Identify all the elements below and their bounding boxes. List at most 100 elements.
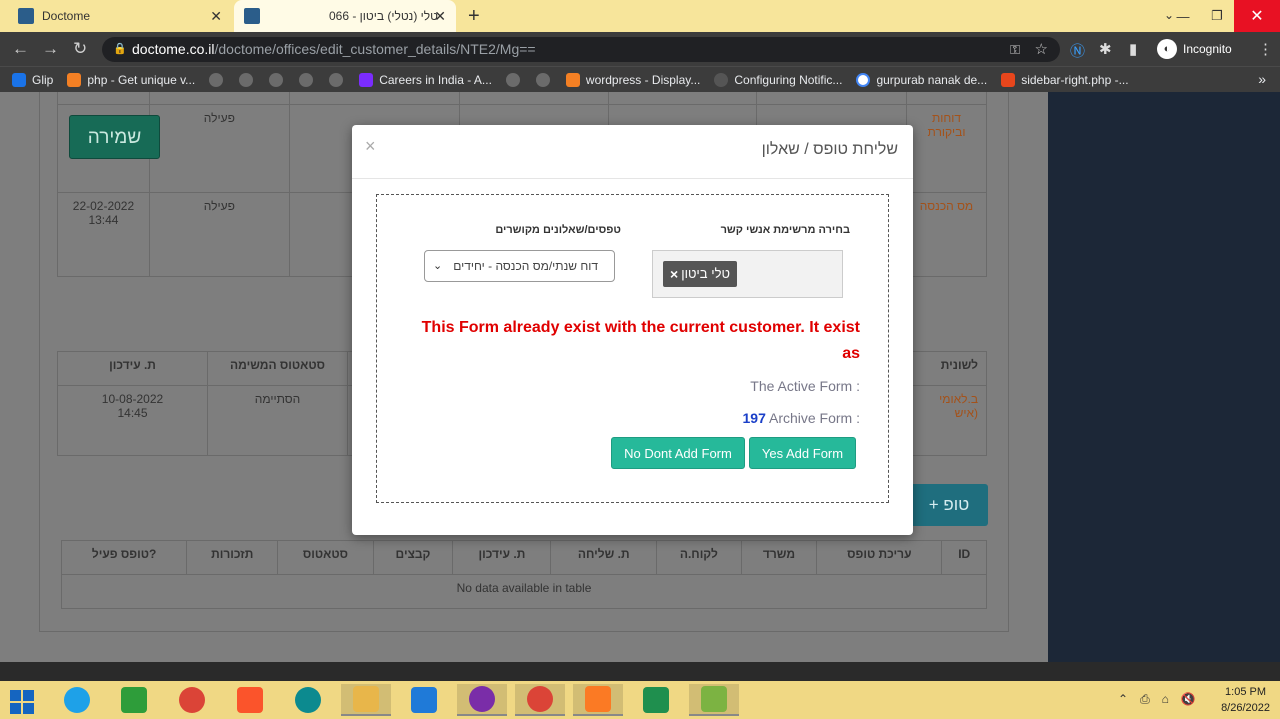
forms-label: טפסים/שאלונים מקושרים — [495, 224, 621, 236]
chevron-up-icon[interactable]: ⌃ — [1118, 692, 1128, 707]
back-icon[interactable]: ← — [12, 39, 29, 59]
address-bar[interactable]: 🔒 doctome.co.il/doctome/offices/edit_cus… — [102, 37, 1060, 62]
bookmark-configuring[interactable]: Configuring Notific... — [714, 72, 842, 87]
taskbar-chrome-active-icon[interactable] — [515, 684, 565, 716]
tab-close-icon[interactable]: ✕ — [434, 8, 446, 25]
taskbar-xampp-icon[interactable] — [573, 684, 623, 716]
forms-select-value: דוח שנתי/מס הכנסה - יחידים — [453, 259, 598, 273]
taskbar-power-icon[interactable] — [457, 684, 507, 716]
tab-customer[interactable]: טלי (נטלי) ביטון - 066 ✕ — [234, 0, 456, 32]
bookmark-label: wordpress - Display... — [585, 72, 701, 87]
archive-form-number: 197 — [742, 410, 766, 426]
stackoverflow-icon — [67, 72, 82, 87]
menu-kebab-icon[interactable]: ⋮ — [1258, 40, 1273, 58]
bookmark-label: php - Get unique v... — [87, 72, 196, 87]
windows-taskbar: ⌃ ⎙ ⌂ 🔇 1:05 PM 8/26/2022 — [0, 681, 1280, 719]
save-button[interactable]: שמירה — [69, 115, 160, 159]
bookmark-gurpurab[interactable]: gurpurab nanak de... — [856, 72, 987, 87]
column-header[interactable]: משרד — [740, 540, 818, 575]
no-dont-add-button[interactable]: No Dont Add Form — [611, 437, 745, 469]
windows-start-icon[interactable] — [10, 690, 34, 714]
key-icon[interactable]: ⚿ — [1010, 37, 1020, 62]
lock-icon: 🔒 — [113, 43, 127, 55]
column-header[interactable]: לקוח.ה — [656, 540, 742, 575]
taskbar-edge-icon[interactable] — [283, 684, 333, 716]
taskbar-vscode-icon[interactable] — [399, 684, 449, 716]
column-header[interactable]: תזכורות — [186, 540, 279, 575]
date-cell: 22-02-2022 — [72, 199, 135, 213]
taskbar-explorer-icon[interactable] — [341, 684, 391, 716]
close-window-icon[interactable]: ✕ — [1234, 0, 1280, 32]
column-header[interactable]: טופס פעיל? — [60, 540, 188, 575]
taskbar-meet-icon[interactable] — [631, 684, 681, 716]
column-header[interactable]: ת. עידכון — [452, 540, 552, 575]
minimize-icon[interactable]: — — [1166, 0, 1200, 32]
more-bookmarks-icon[interactable]: » — [1258, 71, 1266, 87]
column-header[interactable]: עריכת טופס — [816, 540, 943, 575]
reload-icon[interactable]: ↻ — [73, 39, 87, 59]
bookmark-favicon-icon — [12, 72, 26, 87]
time-cell: 14:45 — [117, 406, 148, 420]
add-form-button[interactable]: + טופ — [910, 484, 988, 526]
bookmark-favicon-icon — [359, 72, 374, 87]
remove-tag-icon[interactable]: × — [670, 261, 678, 287]
tab-doctome[interactable]: Doctome ✕ — [8, 0, 232, 32]
column-header[interactable]: סטאטוס — [277, 540, 374, 575]
column-header[interactable]: קבצים — [372, 540, 454, 575]
bookmark-php-unique[interactable]: php - Get unique v... — [67, 72, 196, 87]
column-header[interactable]: ת. שליחה — [550, 540, 658, 575]
contact-tag[interactable]: טלי ביטון × — [663, 261, 737, 287]
taskbar-notepadpp-icon[interactable] — [689, 684, 739, 716]
yes-add-button[interactable]: Yes Add Form — [749, 437, 856, 469]
clock[interactable]: 1:05 PM 8/26/2022 — [1221, 684, 1270, 716]
forward-icon[interactable]: → — [42, 39, 59, 59]
globe-icon[interactable] — [269, 72, 284, 87]
bookmark-label: Glip — [32, 72, 54, 87]
taskbar-chrome-icon[interactable] — [167, 684, 217, 716]
bookmark-wordpress[interactable]: wordpress - Display... — [565, 72, 701, 87]
bookmark-careers[interactable]: Careers in India - A... — [359, 72, 492, 87]
changed-cell: ב.לאומי (איש — [906, 385, 987, 456]
chevron-down-icon: ⌄ — [433, 260, 443, 272]
taskbar-ie-icon[interactable] — [52, 684, 102, 716]
network-icon[interactable]: ⌂ — [1162, 692, 1169, 707]
archive-form-label: Archive Form : — [768, 410, 860, 426]
window-controls: — ❐ ✕ — [1166, 0, 1280, 32]
bookmark-glip[interactable]: Glip — [12, 72, 54, 87]
date-cell: 10-08-2022 — [101, 392, 164, 406]
puzzle-icon[interactable]: ✱ — [1099, 40, 1112, 58]
modal-title: שליחת טופס / שאלון — [761, 141, 898, 158]
restore-icon[interactable]: ❐ — [1200, 0, 1234, 32]
browser-toolbar: ← → ↻ 🔒 doctome.co.il/doctome/offices/ed… — [0, 32, 1280, 66]
side-panel-icon[interactable]: ▮ — [1129, 40, 1137, 58]
tab-close-icon[interactable]: ✕ — [210, 8, 222, 25]
bookmark-label: sidebar-right.php -... — [1021, 72, 1129, 87]
new-tab-icon[interactable]: + — [468, 5, 480, 28]
globe-icon[interactable] — [239, 72, 254, 87]
printer-icon[interactable]: ⎙ — [1140, 692, 1150, 707]
forms-select[interactable]: דוח שנתי/מס הכנסה - יחידים ⌄ — [424, 250, 615, 282]
taskbar-store-icon[interactable] — [109, 684, 159, 716]
globe-icon[interactable] — [209, 72, 224, 87]
google-icon — [856, 72, 871, 87]
bookmark-sidebar-right[interactable]: sidebar-right.php -... — [1001, 72, 1129, 87]
globe-icon[interactable] — [299, 72, 314, 87]
globe-icon[interactable] — [535, 72, 550, 87]
column-header[interactable]: ID — [941, 540, 987, 575]
contacts-multiselect[interactable]: טלי ביטון × — [652, 250, 843, 298]
duplicate-form-warning: This Form already exist with the current… — [421, 319, 860, 362]
close-icon[interactable]: × — [365, 136, 376, 157]
extension-n-icon[interactable]: Ⓝ — [1070, 40, 1085, 61]
right-sidebar — [1048, 92, 1280, 662]
incognito-indicator[interactable]: ◐ Incognito — [1157, 38, 1232, 60]
globe-icon[interactable] — [329, 72, 344, 87]
contacts-label: בחירה מרשימת אנשי קשר — [720, 224, 850, 236]
globe-icon[interactable] — [505, 72, 520, 87]
empty-table-message: No data available in table — [61, 574, 987, 609]
clock-date: 8/26/2022 — [1221, 702, 1270, 714]
volume-muted-icon[interactable]: 🔇 — [1181, 692, 1196, 707]
modal-header: × שליחת טופס / שאלון — [352, 125, 913, 179]
star-icon[interactable]: ☆ — [1035, 37, 1048, 62]
profile-label: Incognito — [1183, 42, 1232, 56]
taskbar-brave-icon[interactable] — [225, 684, 275, 716]
